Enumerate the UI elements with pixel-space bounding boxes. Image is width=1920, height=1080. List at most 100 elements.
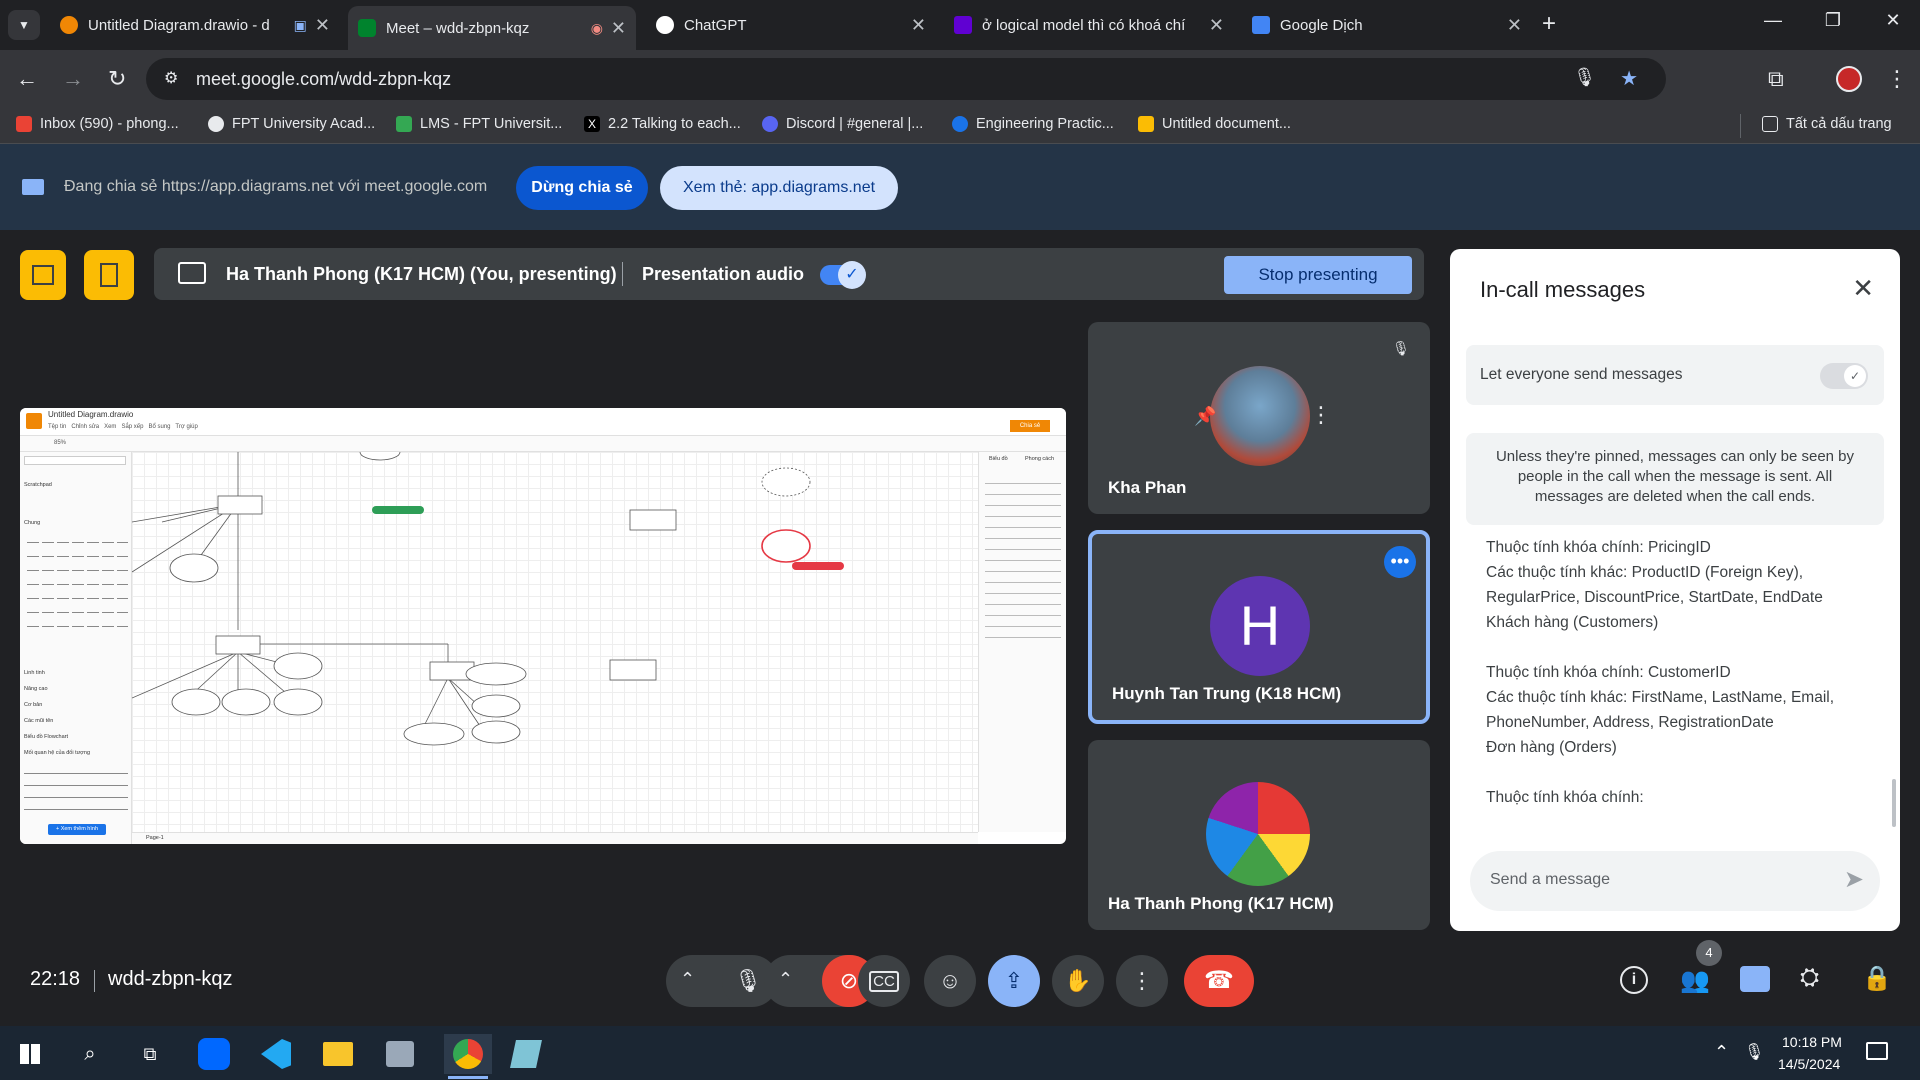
taskbar-app-notes[interactable] [506, 1034, 546, 1074]
menu-item[interactable]: Chỉnh sửa [71, 424, 99, 430]
taskbar-app-zalo[interactable] [194, 1034, 234, 1074]
sidebar-section[interactable]: Cơ bản [24, 702, 42, 708]
close-icon[interactable]: ✕ [1209, 15, 1224, 36]
search-button[interactable]: ⌕ [70, 1034, 110, 1074]
menu-kebab-icon[interactable]: ⋮ [1886, 66, 1908, 92]
notifications-icon[interactable] [1866, 1042, 1888, 1060]
bookmark-talking[interactable]: X 2.2 Talking to each... [584, 116, 741, 132]
more-options-button[interactable]: ⋮ [1116, 955, 1168, 1007]
participant-tile[interactable]: Ha Thanh Phong (K17 HCM) [1088, 740, 1430, 930]
stop-sharing-button[interactable]: Dừng chia sẻ [516, 166, 648, 210]
more-shapes-button[interactable]: + Xem thêm hình [48, 824, 106, 835]
sidebar-section[interactable]: Chung [24, 520, 40, 526]
minimize-icon[interactable]: — [1750, 10, 1796, 31]
forward-icon[interactable]: → [62, 66, 84, 92]
host-controls-icon[interactable]: 🔒 [1862, 964, 1892, 993]
bookmark-drive[interactable]: Untitled document... [1138, 116, 1291, 132]
more-options-icon[interactable]: ••• [1384, 546, 1416, 578]
sidebar-section[interactable]: Mối quan hệ của đối tượng [24, 750, 90, 756]
stop-presenting-button[interactable]: Stop presenting [1224, 256, 1412, 294]
tab-translate[interactable]: Google Dịch ✕ [1242, 6, 1532, 44]
close-icon[interactable]: ✕ [315, 15, 330, 36]
sidebar-section[interactable]: Các mũi tên [24, 718, 53, 724]
taskbar-app-settings[interactable] [380, 1034, 420, 1074]
panel-tab[interactable]: Biểu đồ [989, 456, 1008, 462]
leave-call-button[interactable]: ☎ [1184, 955, 1254, 1007]
bookmark-fpt[interactable]: FPT University Acad... [208, 116, 375, 132]
chat-scrollbar[interactable] [1892, 779, 1896, 827]
reload-icon[interactable]: ↻ [108, 66, 126, 92]
chat-icon[interactable] [1740, 966, 1770, 992]
presentation-audio-toggle[interactable]: ✓ [820, 261, 866, 289]
tab-drawio[interactable]: Untitled Diagram.drawio - d ▣ ✕ [50, 6, 340, 44]
menu-item[interactable]: Sắp xếp [121, 424, 143, 430]
view-tab-button[interactable]: Xem thẻ: app.diagrams.net [660, 166, 898, 210]
camera-off-toggle[interactable] [20, 250, 66, 300]
drawio-share-button[interactable]: Chia sẻ [1010, 420, 1050, 432]
close-icon[interactable]: ✕ [911, 15, 926, 36]
clock-time[interactable]: 10:18 PM [1782, 1034, 1842, 1050]
bookmark-discord[interactable]: Discord | #general |... [762, 116, 923, 132]
menu-item[interactable]: Bổ sung [148, 424, 170, 430]
tab-yahoo[interactable]: ở logical model thì có khoá chí ✕ [944, 6, 1234, 44]
new-tab-button[interactable]: + [1542, 10, 1556, 38]
profile-avatar[interactable] [1836, 66, 1862, 92]
let-everyone-send-toggle[interactable]: ✓ [1820, 363, 1868, 389]
close-icon[interactable]: ✕ [1507, 15, 1522, 36]
sidebar-section[interactable]: Scratchpad [24, 482, 52, 488]
taskbar-app-explorer[interactable] [318, 1034, 358, 1074]
layout-toggle[interactable] [84, 250, 134, 300]
audio-options-icon[interactable]: ⌃ [680, 969, 695, 990]
microphone-icon[interactable]: 🎙 [1744, 1042, 1764, 1062]
check-icon: ✓ [838, 261, 866, 289]
close-icon[interactable]: ✕ [1852, 273, 1874, 304]
diagram-canvas[interactable] [132, 452, 978, 832]
tab-search-button[interactable]: ▼ [8, 10, 40, 40]
page-tab[interactable]: Page-1 [146, 835, 164, 841]
participant-tile[interactable]: 🎙 📌 ⋮ Kha Phan [1088, 322, 1430, 514]
sidebar-section[interactable]: Nâng cao [24, 686, 48, 692]
send-icon[interactable]: ➤ [1844, 865, 1864, 894]
all-bookmarks[interactable]: Tất cả dấu trang [1762, 116, 1892, 132]
close-window-icon[interactable]: ✕ [1870, 10, 1916, 31]
video-options-icon[interactable]: ⌃ [778, 969, 793, 990]
more-options-icon[interactable]: ⋮ [1310, 402, 1332, 428]
zoom-level[interactable]: 85% [54, 440, 66, 446]
bookmark-lms[interactable]: LMS - FPT Universit... [396, 116, 562, 132]
menu-item[interactable]: Tệp tin [48, 424, 66, 430]
sidebar-section[interactable]: Biểu đồ Flowchart [24, 734, 68, 740]
address-bar[interactable]: ⚙ meet.google.com/wdd-zbpn-kqz 🎙 ★ [146, 58, 1666, 100]
close-icon[interactable]: ✕ [611, 18, 626, 39]
emoji-button[interactable]: ☺ [924, 955, 976, 1007]
clock-date[interactable]: 14/5/2024 [1778, 1056, 1840, 1072]
bookmark-engineering[interactable]: Engineering Practic... [952, 116, 1114, 132]
participant-tile[interactable]: ••• H Huynh Tan Trung (K18 HCM) [1088, 530, 1430, 724]
task-view-button[interactable]: ⧉ [130, 1034, 170, 1074]
activities-icon[interactable]: ⛭ [1800, 964, 1819, 992]
taskbar-app-chrome[interactable] [444, 1034, 492, 1074]
restore-icon[interactable]: ❐ [1810, 10, 1856, 31]
taskbar-app-vscode[interactable] [256, 1034, 296, 1074]
microphone-icon[interactable]: 🎙 [1573, 67, 1596, 88]
tab-chatgpt[interactable]: ChatGPT ✕ [646, 6, 936, 44]
present-button[interactable]: ⇪ [988, 955, 1040, 1007]
shape-search[interactable] [24, 456, 126, 465]
pin-icon[interactable]: 📌 [1194, 406, 1216, 427]
raise-hand-button[interactable]: ✋ [1052, 955, 1104, 1007]
extensions-icon[interactable]: ⧉ [1768, 66, 1784, 92]
start-button[interactable] [10, 1034, 50, 1074]
people-icon[interactable]: 👥 [1680, 966, 1710, 995]
captions-button[interactable]: CC [858, 955, 910, 1007]
bookmark-star-icon[interactable]: ★ [1620, 66, 1638, 91]
message-input[interactable]: Send a message ➤ [1470, 851, 1880, 911]
info-icon[interactable]: i [1620, 966, 1648, 994]
menu-item[interactable]: Xem [104, 424, 116, 430]
back-icon[interactable]: ← [16, 66, 38, 92]
panel-tab[interactable]: Phong cách [1025, 456, 1054, 462]
menu-item[interactable]: Trợ giúp [175, 424, 197, 430]
site-info-icon[interactable]: ⚙ [164, 68, 178, 88]
sidebar-section[interactable]: Linh tinh [24, 670, 45, 676]
chevron-up-icon[interactable]: ⌃ [1714, 1042, 1729, 1063]
tab-meet[interactable]: Meet – wdd-zbpn-kqz ◉ ✕ [348, 6, 636, 50]
bookmark-gmail[interactable]: Inbox (590) - phong... [16, 116, 179, 132]
